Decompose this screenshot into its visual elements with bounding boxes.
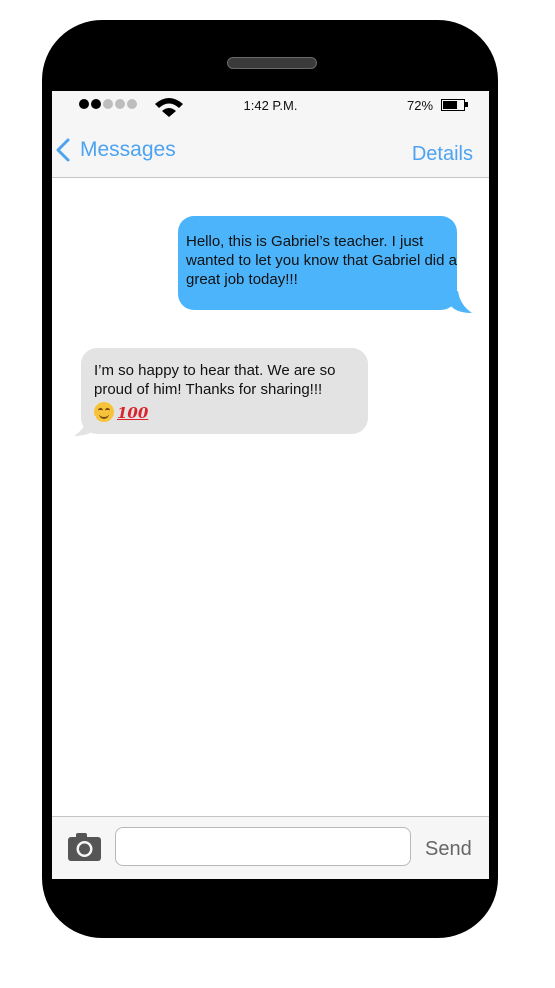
camera-icon[interactable] [67, 832, 102, 862]
incoming-message: I’m so happy to hear that. We are so pro… [81, 348, 368, 434]
phone-speaker [227, 57, 317, 69]
hundred-points-icon: 100 [117, 404, 149, 422]
send-button[interactable]: Send [425, 838, 472, 861]
smiling-face-icon [94, 402, 114, 422]
outgoing-message-text: Hello, this is Gabriel’s teacher. I just… [186, 233, 457, 288]
incoming-bubble-tail [74, 416, 96, 436]
battery-fill [443, 101, 458, 109]
smile-mouth [99, 412, 109, 419]
battery-tip [465, 102, 468, 107]
outgoing-message: Hello, this is Gabriel’s teacher. I just… [178, 216, 457, 310]
emoji-row: 100 [94, 402, 360, 422]
chevron-left-icon [56, 138, 70, 162]
outgoing-bubble-tail [450, 291, 472, 313]
status-bar: 1:42 P.M. 72% [52, 91, 489, 119]
composer-bar: Send [52, 816, 489, 879]
message-input[interactable] [115, 827, 411, 866]
phone-screen: 1:42 P.M. 72% Messages Details Hello, th… [52, 91, 489, 879]
back-button[interactable]: Messages [54, 137, 176, 163]
nav-bar: Messages Details [52, 119, 489, 178]
incoming-message-text: I’m so happy to hear that. We are so pro… [94, 362, 336, 398]
details-button[interactable]: Details [412, 143, 473, 166]
battery-icon [441, 99, 465, 111]
battery-percent: 72% [407, 98, 434, 113]
back-label: Messages [80, 138, 176, 161]
